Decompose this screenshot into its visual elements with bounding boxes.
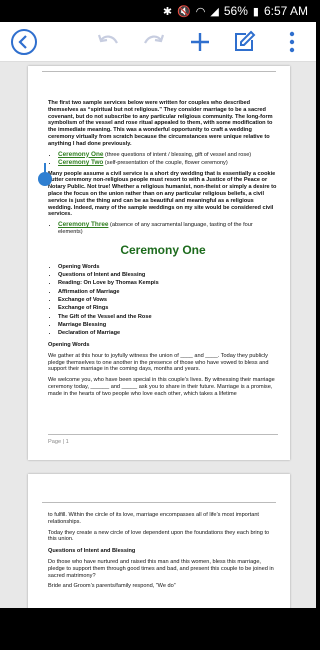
ceremony-three-list: Ceremony Three (absence of any sacrament… bbox=[58, 221, 278, 236]
ceremony-two-desc: (self-presentation of the couple, flower… bbox=[104, 159, 228, 166]
page-footer: Page | 1 bbox=[48, 434, 278, 445]
opening-paragraph-2: We welcome you, who have been special in… bbox=[48, 377, 275, 397]
list-item: Ceremony Two (self-presentation of the c… bbox=[58, 159, 278, 167]
page-2-paragraph-3: Do those who have nurtured and raised th… bbox=[48, 558, 274, 579]
navigation-bar bbox=[0, 608, 316, 650]
ceremony-link-list: Ceremony One (three questions of intent … bbox=[58, 151, 278, 167]
outline-item: Reading: On Love by Thomas Kempis bbox=[58, 280, 278, 287]
list-item: Ceremony One (three questions of intent … bbox=[58, 151, 278, 159]
more-options-button[interactable] bbox=[276, 26, 308, 58]
back-icon bbox=[11, 29, 37, 55]
battery-icon: ▮ bbox=[252, 4, 259, 18]
plus-icon bbox=[191, 33, 209, 51]
page-2-content: to fulfill. Within the circle of its lov… bbox=[48, 512, 278, 594]
civil-service-paragraph: Many people assume a civil service is a … bbox=[48, 170, 277, 218]
undo-button[interactable] bbox=[92, 26, 124, 58]
outline-item: Declaration of Marriage bbox=[58, 330, 278, 337]
page-2-paragraph-1: to fulfill. Within the circle of its lov… bbox=[48, 512, 259, 525]
redo-button[interactable] bbox=[138, 26, 170, 58]
signal-icon: ◢ bbox=[210, 4, 219, 18]
opening-words-title: Opening Words bbox=[48, 342, 90, 349]
header-rule bbox=[42, 71, 276, 72]
page-1-content: The first two sample services below were… bbox=[48, 100, 278, 402]
document-page-2[interactable]: to fulfill. Within the circle of its lov… bbox=[28, 474, 290, 608]
undo-icon bbox=[97, 34, 118, 44]
cursor-handle[interactable] bbox=[38, 172, 52, 186]
outline-item: Opening Words bbox=[58, 264, 278, 271]
edit-icon bbox=[235, 30, 256, 51]
redo-icon bbox=[144, 34, 165, 44]
bluetooth-icon: ✱ bbox=[162, 4, 173, 18]
outline-item: Questions of Intent and Blessing bbox=[58, 272, 278, 279]
page-2-paragraph-4: Bride and Groom’s parents/family respond… bbox=[48, 583, 176, 590]
page-2-paragraph-2: Today they create a new circle of love d… bbox=[48, 529, 270, 543]
intro-paragraph: The first two sample services below were… bbox=[48, 100, 273, 147]
questions-of-intent-title: Questions of Intent and Blessing bbox=[48, 548, 136, 555]
more-icon bbox=[289, 31, 295, 53]
add-button[interactable] bbox=[184, 26, 216, 58]
battery-percent: 56% bbox=[223, 4, 248, 18]
outline-item: The Gift of the Vessel and the Rose bbox=[58, 314, 278, 321]
document-page-1[interactable]: The first two sample services below were… bbox=[28, 66, 290, 460]
edit-button[interactable] bbox=[228, 26, 260, 58]
ceremony-one-heading: Ceremony One bbox=[120, 242, 206, 257]
list-item: Ceremony Three (absence of any sacrament… bbox=[58, 221, 278, 236]
wifi-icon: ◠ bbox=[195, 4, 206, 18]
outline-item: Exchange of Vows bbox=[58, 297, 278, 304]
mute-icon: 🔇 bbox=[177, 4, 191, 18]
status-bar: ✱ 🔇 ◠ ◢ 56% ▮ 6:57 AM bbox=[0, 0, 316, 22]
clock: 6:57 AM bbox=[263, 4, 308, 18]
back-button[interactable] bbox=[8, 26, 40, 58]
ceremony-outline-list: Opening WordsQuestions of Intent and Ble… bbox=[58, 264, 278, 337]
outline-item: Marriage Blessing bbox=[58, 322, 278, 329]
ceremony-two-link[interactable]: Ceremony Two bbox=[58, 159, 103, 166]
opening-paragraph-1: We gather at this hour to joyfully witne… bbox=[48, 352, 269, 373]
ceremony-one-desc: (three questions of intent / blessing, g… bbox=[105, 151, 252, 158]
ceremony-one-link[interactable]: Ceremony One bbox=[58, 151, 103, 158]
outline-item: Affirmation of Marriage bbox=[58, 289, 278, 296]
header-rule bbox=[42, 502, 276, 503]
outline-item: Exchange of Rings bbox=[58, 305, 278, 312]
ceremony-three-link[interactable]: Ceremony Three bbox=[58, 221, 108, 228]
document-viewer[interactable]: The first two sample services below were… bbox=[0, 62, 316, 608]
app-toolbar bbox=[0, 22, 316, 62]
